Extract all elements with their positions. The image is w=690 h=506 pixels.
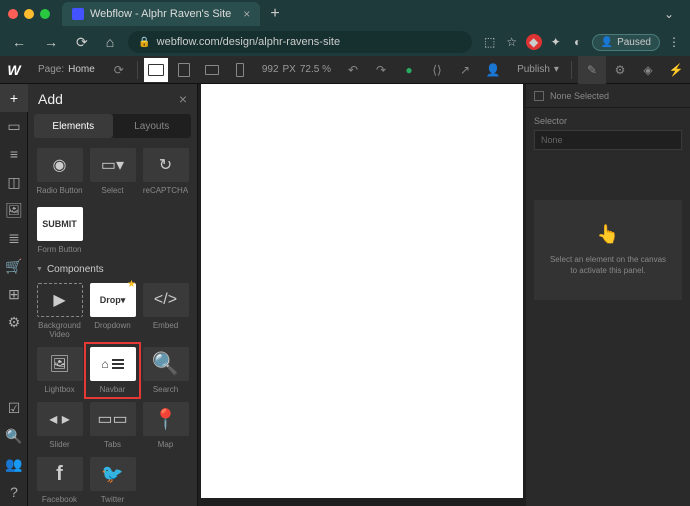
url-text: webflow.com/design/alphr-ravens-site (157, 36, 340, 48)
refresh-preview-icon[interactable]: ⟳ (105, 56, 133, 84)
minimize-window[interactable] (24, 9, 34, 19)
close-window[interactable] (8, 9, 18, 19)
mobile-breakpoint[interactable] (228, 58, 252, 82)
canvas-size-display[interactable]: 992 PX 72.5 % (254, 64, 339, 75)
settings-gear-icon[interactable]: ⚙ (0, 308, 28, 336)
desktop-breakpoint[interactable] (144, 58, 168, 82)
style-manager-icon[interactable]: ◈ (634, 56, 662, 84)
profile-paused-button[interactable]: 👤 Paused (592, 34, 660, 51)
close-tab-icon[interactable]: × (243, 7, 250, 21)
element-map[interactable]: 📍 Map (140, 400, 191, 451)
users-icon[interactable]: ⊞ (0, 280, 28, 308)
status-ok-icon[interactable]: ● (395, 56, 423, 84)
element-facebook[interactable]: f Facebook (34, 455, 85, 506)
selection-label: None Selected (550, 91, 609, 101)
mobile-landscape-breakpoint[interactable] (200, 58, 224, 82)
elements-tab[interactable]: Elements (34, 114, 113, 138)
address-bar[interactable]: 🔒 webflow.com/design/alphr-ravens-site (128, 31, 471, 53)
layouts-tab[interactable]: Layouts (113, 114, 192, 138)
extension-icon[interactable]: ◆ (526, 34, 542, 50)
maximize-window[interactable] (40, 9, 50, 19)
element-dropdown[interactable]: ★ Drop ▾ Dropdown (87, 281, 138, 341)
pages-icon[interactable]: ▭ (0, 112, 28, 140)
search-icon[interactable]: 🔍 (0, 422, 28, 450)
extensions-puzzle-icon[interactable]: ✦ (548, 34, 564, 50)
element-radio-button[interactable]: ◉ Radio Button (34, 146, 85, 197)
element-navbar[interactable]: ⌂ Navbar (87, 345, 138, 396)
star-icon[interactable]: ☆ (504, 34, 520, 50)
forward-icon[interactable]: → (40, 32, 62, 52)
reload-icon[interactable]: ⟳ (72, 32, 92, 53)
lock-icon: 🔒 (138, 37, 150, 48)
page-selector[interactable]: Page: Home (28, 64, 105, 75)
style-panel: None Selected Selector None 👆 Select an … (526, 84, 690, 506)
undo-icon[interactable]: ↶ (339, 56, 367, 84)
video-tutorials-icon[interactable]: 👥 (0, 450, 28, 478)
interactions-panel-icon[interactable]: ⚡ (662, 56, 690, 84)
element-embed[interactable]: </> Embed (140, 281, 191, 341)
browser-tab[interactable]: Webflow - Alphr Raven's Site × (62, 2, 260, 26)
back-icon[interactable]: ← (8, 32, 30, 52)
add-elements-icon[interactable]: + (0, 84, 28, 112)
redo-icon[interactable]: ↷ (367, 56, 395, 84)
cms-icon[interactable]: ≣ (0, 224, 28, 252)
new-badge-icon: ★ (127, 279, 136, 290)
canvas-area[interactable] (198, 84, 526, 506)
element-twitter[interactable]: 🐦 Twitter (87, 455, 138, 506)
components-icon[interactable]: ◫ (0, 168, 28, 196)
extension-2-icon[interactable]: ◐ (570, 34, 586, 50)
element-background-video[interactable]: ▶ Background Video (34, 281, 85, 341)
selector-heading: Selector (526, 108, 690, 130)
breakpoint-switcher (142, 56, 254, 84)
new-tab-button[interactable]: + (270, 5, 279, 23)
home-icon[interactable]: ⌂ (102, 32, 118, 52)
profile-avatar-icon: 👤 (601, 37, 613, 48)
home-icon: ⌂ (101, 357, 108, 371)
tab-title: Webflow - Alphr Raven's Site (90, 8, 231, 20)
chevron-down-icon: ▾ (554, 64, 559, 75)
help-icon[interactable]: ? (0, 478, 28, 506)
share-icon[interactable]: ↗ (451, 56, 479, 84)
element-tabs[interactable]: ▭▭ Tabs (87, 400, 138, 451)
webflow-favicon (72, 8, 84, 20)
element-recaptcha[interactable]: ↻ reCAPTCHA (140, 146, 191, 197)
code-export-icon[interactable]: ⟨⟩ (423, 56, 451, 84)
element-form-button[interactable]: SUBMIT Form Button (34, 205, 85, 256)
install-icon[interactable]: ⬚ (482, 34, 498, 50)
canvas[interactable] (201, 84, 523, 498)
add-panel: Add × Elements Layouts ◉ Radio Button ▭▾… (28, 84, 198, 506)
left-rail: + ▭ ≡ ◫ 🖼 ≣ 🛒 ⊞ ⚙ ☑ 🔍 👥 ? (0, 84, 28, 506)
ecommerce-icon[interactable]: 🛒 (0, 252, 28, 280)
audits-icon[interactable]: ☑ (0, 394, 28, 422)
tabs-menu-icon[interactable]: ⌄ (664, 7, 674, 21)
publish-button[interactable]: Publish ▾ (509, 64, 567, 75)
assets-icon[interactable]: 🖼 (0, 196, 28, 224)
designer-toolbar: W Page: Home ⟳ 992 PX 72.5 % ↶ ↷ ● ⟨⟩ ↗ … (0, 56, 690, 84)
element-search[interactable]: 🔍 Search (140, 345, 191, 396)
browser-chrome: Webflow - Alphr Raven's Site × + ⌄ ← → ⟳… (0, 0, 690, 56)
empty-state: 👆 Select an element on the canvas to act… (534, 200, 682, 300)
selection-indicator (534, 91, 544, 101)
settings-panel-gear-icon[interactable]: ⚙ (606, 56, 634, 84)
browser-menu-icon[interactable]: ⋮ (666, 34, 682, 50)
element-select[interactable]: ▭▾ Select (87, 146, 138, 197)
add-panel-title: Add (38, 91, 63, 107)
element-lightbox[interactable]: 🖼 Lightbox (34, 345, 85, 396)
cursor-click-icon: 👆 (597, 224, 619, 245)
tablet-breakpoint[interactable] (172, 58, 196, 82)
webflow-logo-icon[interactable]: W (0, 56, 28, 84)
close-panel-icon[interactable]: × (179, 91, 187, 107)
selector-input[interactable]: None (534, 130, 682, 150)
components-section-header[interactable]: Components (34, 256, 191, 281)
window-controls (8, 9, 50, 19)
audit-icon[interactable]: 👤 (479, 56, 507, 84)
style-panel-icon[interactable]: ✎ (578, 56, 606, 84)
hamburger-icon (112, 359, 124, 369)
element-slider[interactable]: ◂ ▸ Slider (34, 400, 85, 451)
navigator-icon[interactable]: ≡ (0, 140, 28, 168)
